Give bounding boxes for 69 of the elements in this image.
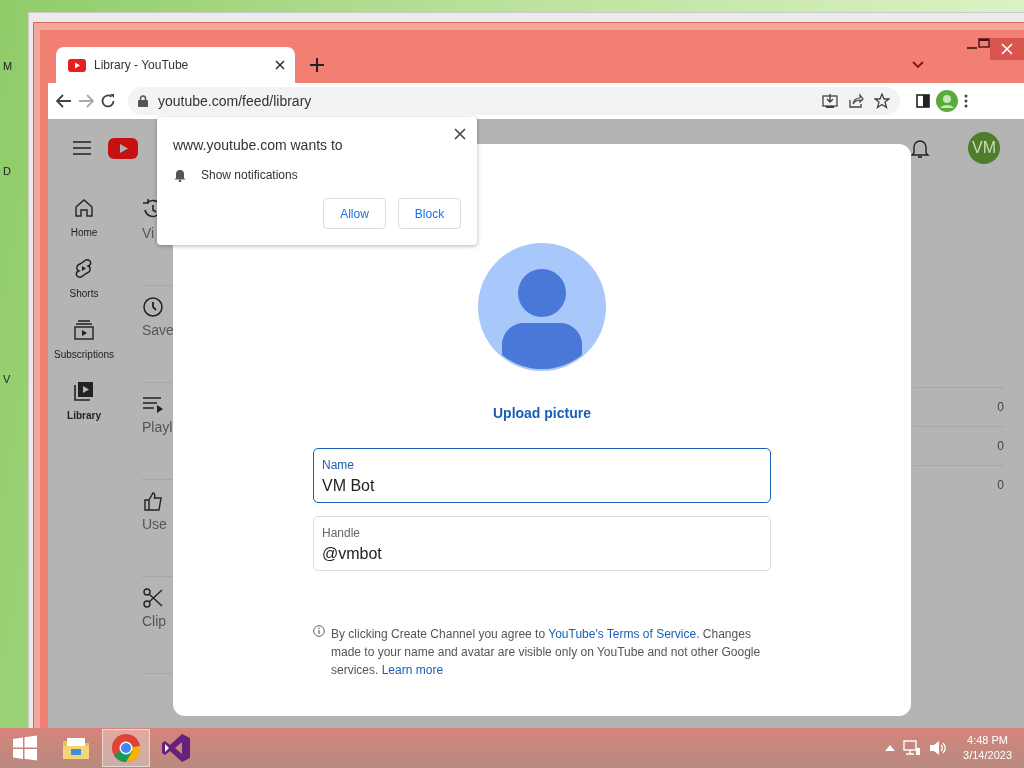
menu-icon[interactable] — [964, 94, 968, 108]
thumbs-up-icon[interactable] — [142, 490, 164, 512]
profile-icon[interactable] — [936, 90, 958, 112]
permission-text: Show notifications — [201, 167, 298, 184]
bell-icon[interactable] — [910, 137, 930, 159]
guide-item[interactable]: Library — [48, 380, 120, 423]
lock-icon — [138, 95, 148, 107]
bell-icon — [173, 168, 187, 182]
menu-icon[interactable] — [72, 140, 92, 156]
youtube-icon — [68, 58, 86, 72]
chevron-up-icon[interactable] — [885, 745, 896, 751]
section-title[interactable]: Vi — [142, 225, 155, 242]
youtube-logo-icon[interactable] — [108, 137, 138, 159]
browser-tab[interactable]: Library - YouTube — [56, 47, 295, 83]
count-text: 0 — [997, 438, 1004, 455]
back-icon[interactable] — [56, 94, 72, 108]
tab-title: Library - YouTube — [94, 57, 190, 74]
scissors-icon[interactable] — [142, 587, 164, 609]
desktop-icon-label: M — [3, 59, 13, 74]
desktop-icon-label: D — [3, 164, 11, 179]
section-title[interactable]: Playl — [142, 419, 173, 436]
close-icon — [454, 128, 466, 140]
guide-item[interactable]: Shorts — [48, 258, 120, 301]
subscriptions-icon — [73, 319, 95, 341]
field-label: Name — [322, 457, 355, 474]
notice-text: By clicking Create Channel you agree to YouTube's Terms of Service. Changes made to your name and avatar are visible only on YouTube and not other Google services. Learn more — [331, 626, 762, 679]
count-text: 0 — [997, 477, 1004, 494]
learn-more-link[interactable]: Learn more — [381, 663, 444, 677]
input-field[interactable]: VM Bot — [322, 474, 762, 498]
chevron-down-icon[interactable] — [912, 61, 924, 69]
popup-button[interactable]: Block — [398, 198, 461, 229]
taskbar-app[interactable] — [102, 729, 150, 767]
home-icon — [73, 197, 95, 219]
account-avatar[interactable]: VM — [968, 132, 1000, 164]
library-icon — [73, 380, 95, 402]
maximize-icon[interactable] — [978, 38, 990, 48]
info-icon — [313, 625, 325, 637]
popup-button[interactable]: Allow — [323, 198, 386, 229]
clock-icon[interactable] — [142, 296, 164, 318]
count-text: 0 — [997, 399, 1004, 416]
popup-title: www.youtube.com wants to — [173, 136, 344, 155]
plus-icon — [310, 58, 324, 72]
star-icon[interactable] — [874, 93, 890, 109]
field-label: Handle — [322, 525, 362, 542]
guide-item[interactable]: Subscriptions — [48, 319, 120, 362]
side-panel-icon[interactable] — [916, 94, 930, 108]
network-icon[interactable] — [903, 740, 922, 756]
chrome-icon — [111, 733, 141, 763]
text-field[interactable]: Handle @vmbot — [313, 516, 771, 571]
desktop-icon-label: V — [3, 372, 11, 387]
close-icon[interactable] — [275, 60, 285, 70]
text-field[interactable]: Name VM Bot — [313, 448, 771, 503]
install-icon[interactable] — [822, 93, 838, 109]
section-title[interactable]: Save — [142, 322, 174, 339]
address-bar[interactable]: youtube.com/feed/library — [128, 87, 900, 115]
input-field[interactable]: @vmbot — [322, 542, 762, 566]
section-title[interactable]: Clip — [142, 613, 167, 630]
upload-picture-link[interactable]: Upload picture — [493, 403, 591, 424]
avatar-placeholder-icon[interactable] — [478, 243, 606, 371]
visual-studio-icon — [161, 733, 191, 763]
reload-icon[interactable] — [100, 93, 116, 109]
section-title[interactable]: Use — [142, 516, 167, 533]
clock-time: 4:48 PM — [967, 733, 1008, 748]
volume-icon[interactable] — [929, 740, 948, 756]
clock-date: 3/14/2023 — [963, 748, 1012, 763]
windows-icon — [12, 735, 38, 761]
url-text: youtube.com/feed/library — [158, 91, 312, 111]
guide-item[interactable]: Home — [48, 197, 120, 240]
share-icon[interactable] — [848, 93, 864, 109]
